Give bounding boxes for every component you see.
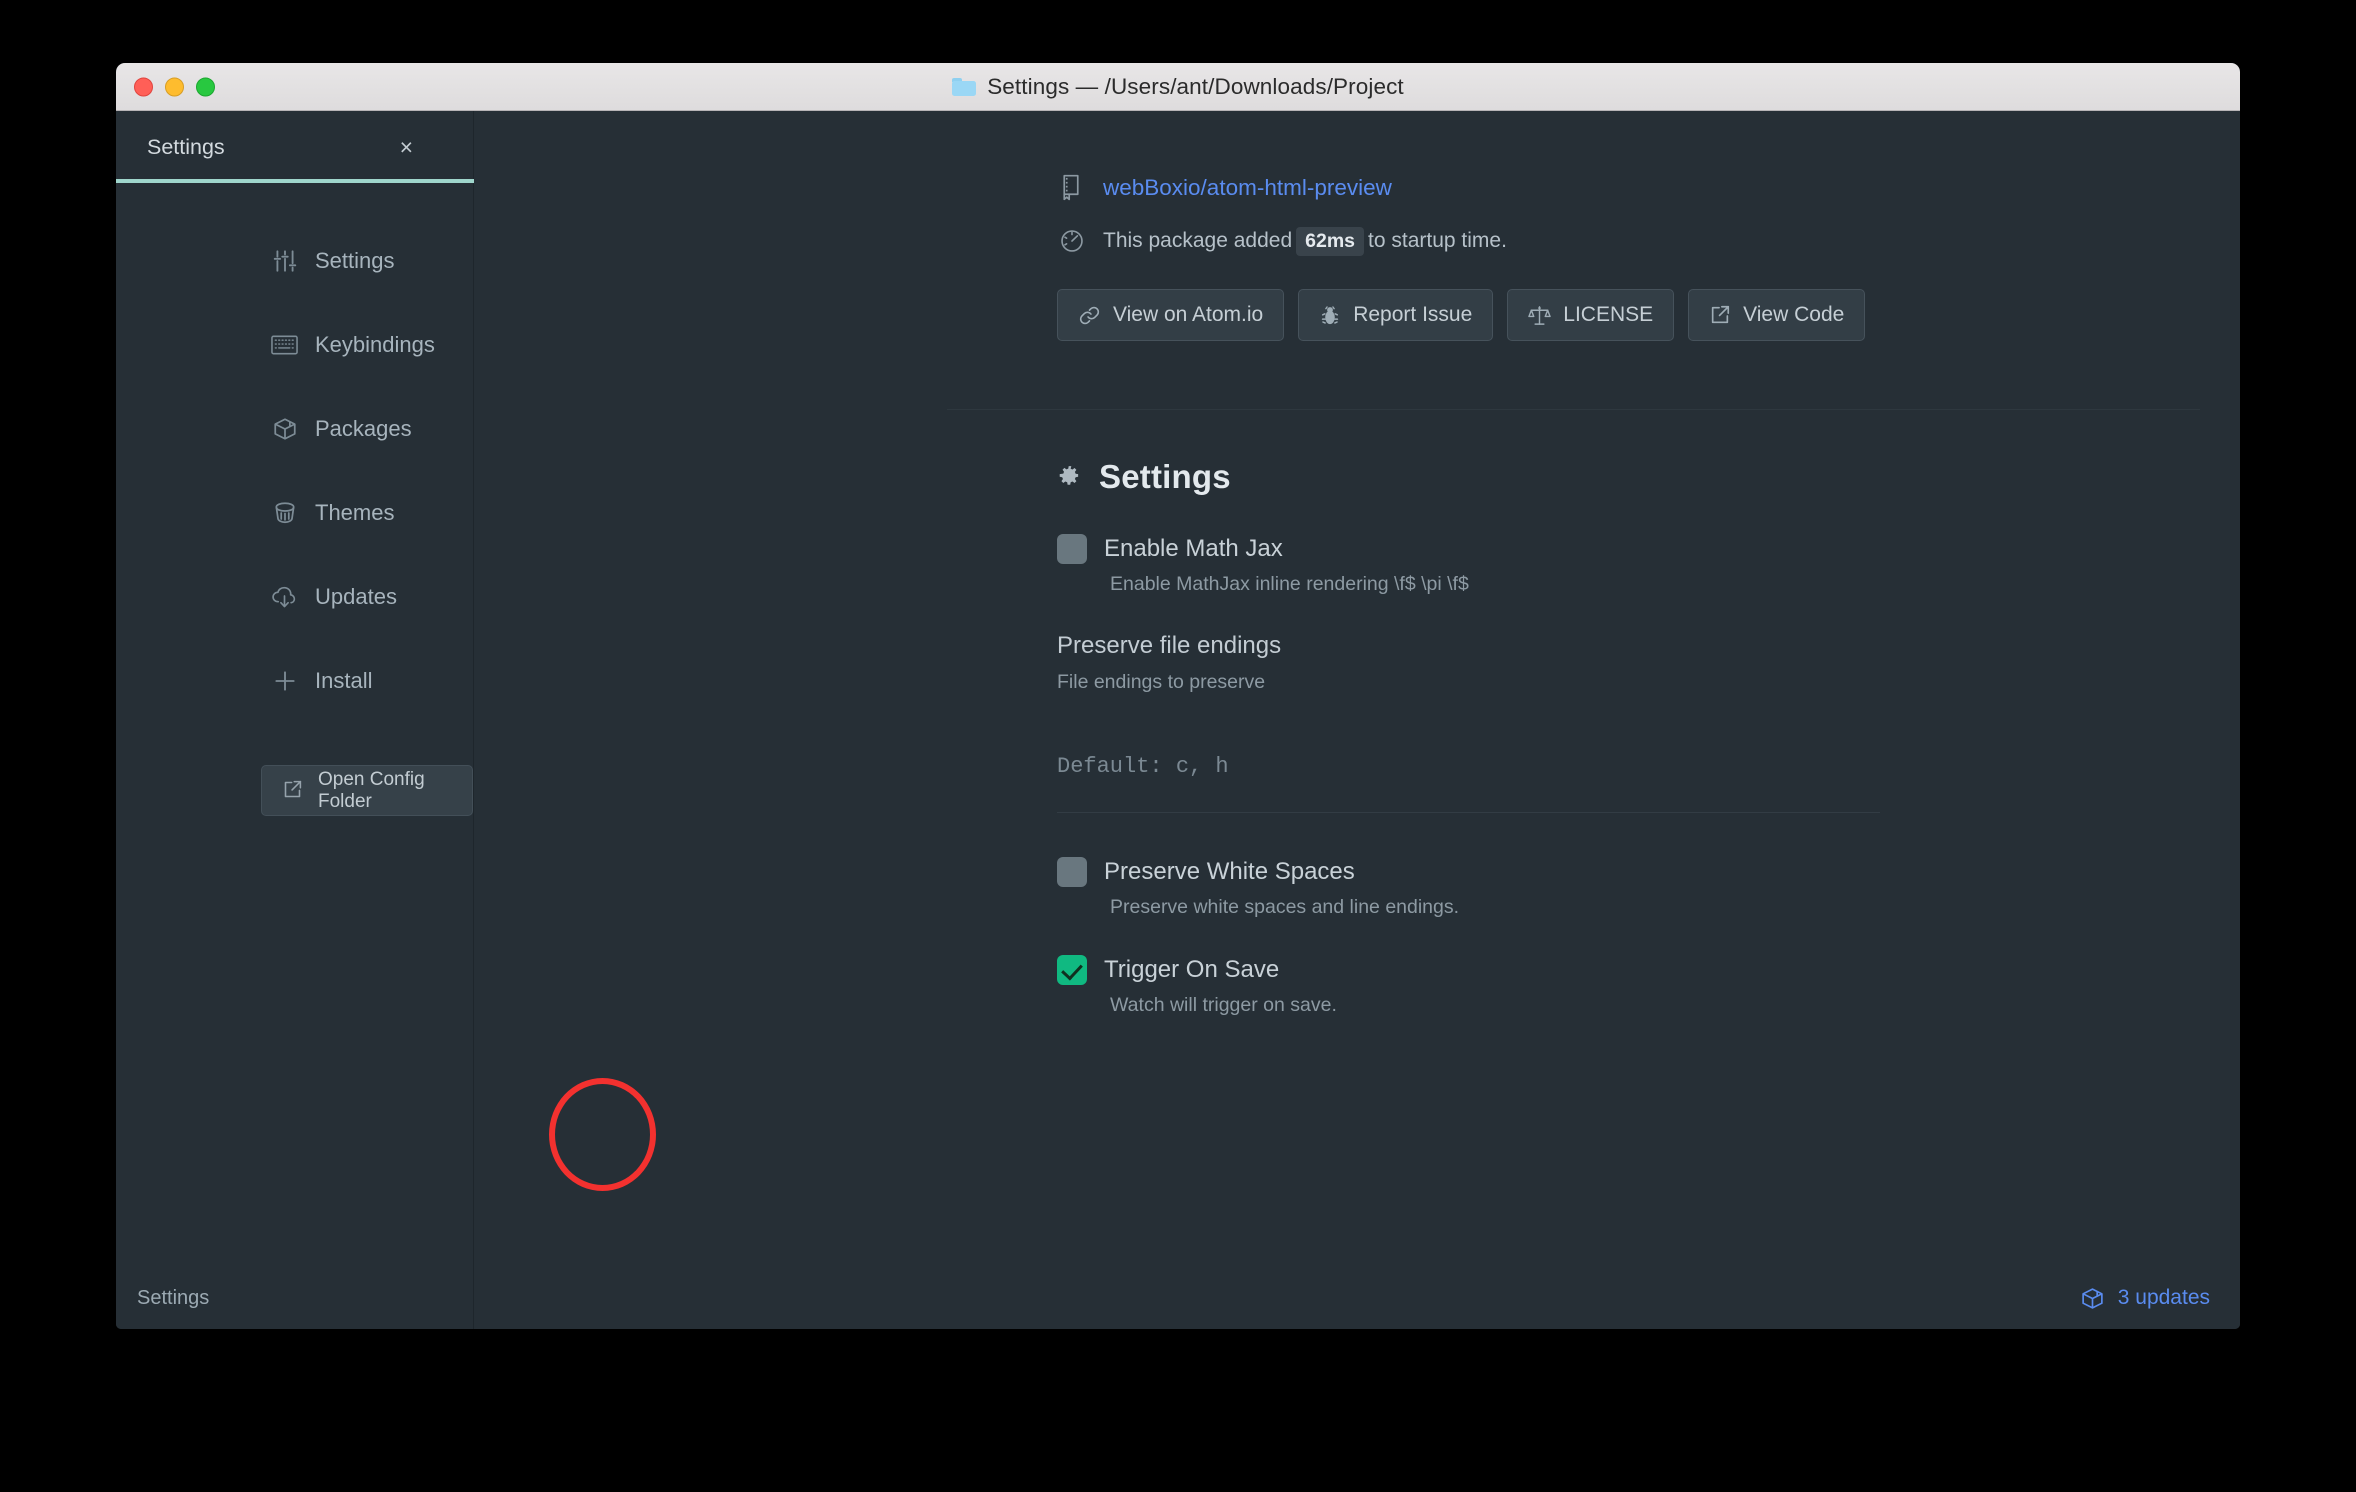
sliders-icon xyxy=(271,248,298,275)
sidebar: Settings × Settings Keybindings Packages… xyxy=(116,111,476,1329)
external-link-icon xyxy=(282,779,305,802)
startup-suffix: to startup time. xyxy=(1368,229,1507,252)
setting-title: Trigger On Save xyxy=(1104,956,1280,983)
zoom-window-button[interactable] xyxy=(196,77,215,96)
open-config-folder-button[interactable]: Open Config Folder xyxy=(261,765,473,816)
paintbucket-icon xyxy=(271,500,298,527)
settings-divider xyxy=(1057,812,1880,813)
setting-enable-math-jax: Enable Math Jax Enable MathJax inline re… xyxy=(1057,534,2240,596)
tab-active-underline xyxy=(116,179,476,183)
sidebar-item-themes[interactable]: Themes xyxy=(116,471,473,555)
tab-settings-label: Settings xyxy=(147,134,225,159)
external-link-icon xyxy=(1709,304,1731,326)
window-title: Settings — /Users/ant/Downloads/Project xyxy=(952,74,1404,100)
setting-description: Preserve white spaces and line endings. xyxy=(1110,896,1460,918)
sidebar-item-settings[interactable]: Settings xyxy=(116,219,473,303)
statusbar-left-label: Settings xyxy=(137,1286,210,1309)
gauge-icon xyxy=(1059,228,1085,256)
link-icon xyxy=(1078,304,1101,327)
package-icon xyxy=(2080,1286,2105,1311)
trigger-on-save-checkbox[interactable] xyxy=(1057,955,1087,985)
tab-settings[interactable]: Settings × xyxy=(147,111,473,183)
startup-time-badge: 62ms xyxy=(1296,227,1365,256)
setting-default-text: Default: c, h xyxy=(1057,754,1229,779)
setting-check-line: Preserve White Spaces xyxy=(1057,857,2240,887)
book-icon xyxy=(1059,174,1085,202)
package-startup-text: This package added 62ms to startup time. xyxy=(1103,227,1507,256)
setting-trigger-on-save: Trigger On Save Watch will trigger on sa… xyxy=(1057,955,2240,1017)
folder-icon xyxy=(952,77,977,96)
statusbar-left: Settings xyxy=(116,1267,473,1329)
law-scales-icon xyxy=(1528,304,1552,327)
main-scroll-area[interactable]: webBoxio/atom-html-preview This package … xyxy=(474,111,2240,1267)
package-link[interactable]: webBoxio/atom-html-preview xyxy=(1103,175,1392,201)
setting-check-line: Trigger On Save xyxy=(1057,955,2240,985)
setting-title: Preserve White Spaces xyxy=(1104,858,1355,885)
sidebar-nav: Settings Keybindings Packages Themes Upd… xyxy=(116,183,473,723)
keyboard-icon xyxy=(271,332,298,359)
view-on-atomio-button[interactable]: View on Atom.io xyxy=(1057,289,1285,341)
setting-title: Enable Math Jax xyxy=(1104,535,1283,562)
package-header: webBoxio/atom-html-preview This package … xyxy=(474,111,2240,256)
bug-icon xyxy=(1319,304,1341,327)
open-config-folder-label: Open Config Folder xyxy=(318,768,425,812)
sidebar-item-label: Themes xyxy=(315,500,395,525)
tab-bar: Settings × xyxy=(116,111,476,183)
setting-title: Preserve file endings xyxy=(1057,632,1282,659)
package-startup-row: This package added 62ms to startup time. xyxy=(1059,227,2240,256)
view-code-button[interactable]: View Code xyxy=(1688,289,1866,341)
enable-math-jax-checkbox[interactable] xyxy=(1057,534,1087,564)
main-panel: webBoxio/atom-html-preview This package … xyxy=(474,111,2240,1329)
gear-icon xyxy=(1057,464,1083,490)
config-button-wrap: Open Config Folder xyxy=(116,723,473,816)
setting-preserve-white-spaces: Preserve White Spaces Preserve white spa… xyxy=(1057,857,2240,919)
sidebar-item-label: Packages xyxy=(315,416,412,441)
sidebar-item-label: Updates xyxy=(315,584,397,609)
sidebar-item-label: Keybindings xyxy=(315,332,435,357)
settings-section: Settings Enable Math Jax Enable MathJax … xyxy=(474,410,2240,1017)
minimize-window-button[interactable] xyxy=(165,77,184,96)
settings-heading: Settings xyxy=(1057,458,2240,496)
window-traffic-lights xyxy=(134,77,215,96)
sidebar-item-updates[interactable]: Updates xyxy=(116,555,473,639)
window-titlebar: Settings — /Users/ant/Downloads/Project xyxy=(116,63,2240,111)
updates-count-label: 3 updates xyxy=(2117,1286,2210,1309)
startup-prefix: This package added xyxy=(1103,229,1293,252)
preserve-white-spaces-checkbox[interactable] xyxy=(1057,857,1087,887)
sidebar-item-keybindings[interactable]: Keybindings xyxy=(116,303,473,387)
settings-window: Settings — /Users/ant/Downloads/Project … xyxy=(116,63,2240,1329)
setting-description: File endings to preserve xyxy=(1057,671,1266,693)
setting-description: Watch will trigger on save. xyxy=(1110,994,1337,1016)
sidebar-item-label: Install xyxy=(315,668,373,693)
setting-description: Enable MathJax inline rendering \f$ \pi … xyxy=(1110,573,1469,595)
license-button[interactable]: LICENSE xyxy=(1507,289,1675,341)
sidebar-item-install[interactable]: Install xyxy=(116,639,473,723)
package-icon xyxy=(271,416,298,443)
window-title-text: Settings — /Users/ant/Downloads/Project xyxy=(987,73,1404,99)
plus-icon xyxy=(271,668,298,695)
cloud-download-icon xyxy=(271,584,298,611)
package-link-row: webBoxio/atom-html-preview xyxy=(1059,174,2240,202)
report-issue-button[interactable]: Report Issue xyxy=(1298,289,1494,341)
settings-heading-label: Settings xyxy=(1099,458,1231,495)
setting-check-line: Enable Math Jax xyxy=(1057,534,2240,564)
button-label: LICENSE xyxy=(1563,303,1654,326)
setting-preserve-file-endings: Preserve file endings File endings to pr… xyxy=(1057,632,2240,779)
close-icon[interactable]: × xyxy=(400,135,413,159)
window-body: Settings × Settings Keybindings Packages… xyxy=(116,111,2240,1329)
sidebar-item-label: Settings xyxy=(315,248,395,273)
close-window-button[interactable] xyxy=(134,77,153,96)
sidebar-item-packages[interactable]: Packages xyxy=(116,387,473,471)
button-label: Report Issue xyxy=(1353,303,1473,326)
button-label: View on Atom.io xyxy=(1113,303,1264,326)
package-action-buttons: View on Atom.io Report Issue LICENSE Vie… xyxy=(474,256,2240,341)
button-label: View Code xyxy=(1743,303,1845,326)
statusbar-updates[interactable]: 3 updates xyxy=(2080,1267,2210,1329)
